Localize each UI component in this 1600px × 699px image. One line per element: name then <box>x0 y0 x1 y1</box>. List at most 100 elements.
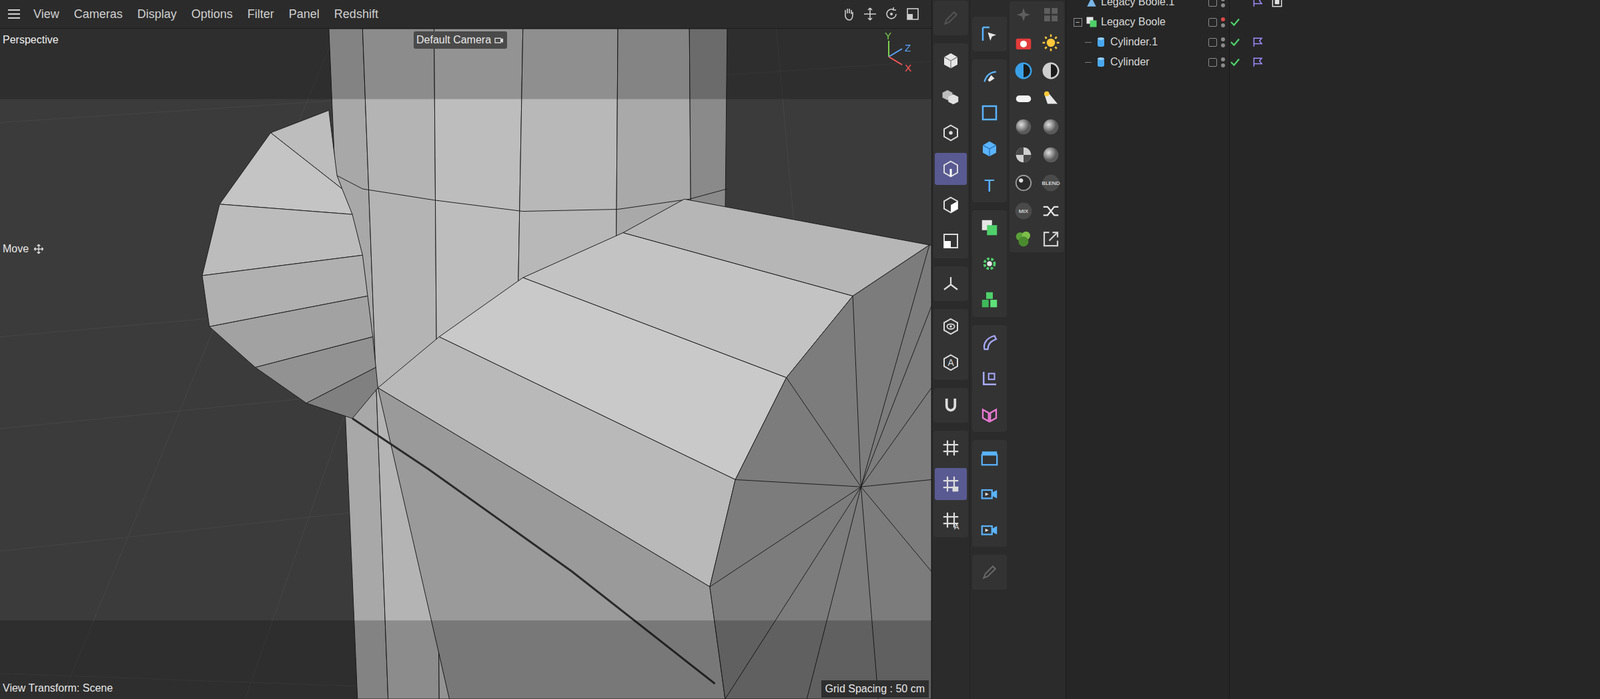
tool-button[interactable] <box>934 310 967 343</box>
tool-button[interactable] <box>934 2 967 35</box>
object-row[interactable]: Cylinder <box>1066 52 1600 73</box>
visibility-dots[interactable] <box>1221 17 1226 28</box>
tree-connector <box>1084 52 1095 73</box>
viewport-canvas[interactable]: PerspectiveDefault CameraYZXMoveView Tra… <box>0 28 932 699</box>
mode-toolbar: AA <box>932 0 971 699</box>
visibility-dots[interactable] <box>1221 37 1226 48</box>
palette-button[interactable]: MIX <box>1012 200 1035 222</box>
palette-button[interactable] <box>1040 200 1062 222</box>
tool-button[interactable] <box>934 80 967 113</box>
palette-button[interactable] <box>1012 228 1035 250</box>
tool-button[interactable] <box>973 60 1006 93</box>
palette-button[interactable]: BLEND <box>1040 172 1062 194</box>
expand-toggle[interactable]: − <box>1073 18 1083 27</box>
bend-icon <box>979 404 1000 425</box>
palette-button[interactable] <box>1040 88 1062 110</box>
tool-button[interactable] <box>973 513 1006 546</box>
tool-button[interactable] <box>973 398 1006 431</box>
palette-button[interactable] <box>1012 172 1035 194</box>
palette-button[interactable] <box>1012 116 1035 138</box>
palette-button[interactable] <box>1040 116 1062 138</box>
palette-button[interactable] <box>1012 60 1035 82</box>
palette-button[interactable] <box>1012 32 1035 54</box>
sphere-dark-icon <box>1013 172 1034 193</box>
object-row[interactable]: Legacy Boole.1 <box>1066 0 1600 13</box>
tool-button[interactable] <box>934 431 967 464</box>
hamburger-icon[interactable] <box>6 8 22 21</box>
palette-button[interactable] <box>1040 60 1062 82</box>
tool-button[interactable] <box>934 44 967 77</box>
camera-label[interactable]: Default Camera <box>413 31 508 49</box>
tool-button[interactable] <box>934 188 967 221</box>
boole-icon <box>1084 15 1099 29</box>
tool-button[interactable] <box>934 267 967 300</box>
tool-button[interactable]: A <box>934 503 967 536</box>
enabled-check-icon[interactable] <box>1229 16 1242 29</box>
viewport-scene[interactable] <box>0 28 932 699</box>
palette-button[interactable] <box>1012 144 1035 166</box>
rotate-icon[interactable] <box>883 6 900 23</box>
tool-button[interactable]: T <box>973 168 1006 201</box>
menu-item[interactable]: Display <box>137 5 177 24</box>
palette-button[interactable] <box>1040 32 1062 54</box>
object-name[interactable]: Legacy Boole.1 <box>1100 0 1175 11</box>
svg-text:MIX: MIX <box>1018 208 1029 215</box>
tag[interactable] <box>1251 35 1266 49</box>
phong-icon <box>1251 0 1266 9</box>
menu-item[interactable]: Filter <box>247 5 275 24</box>
palette-row: BLEND <box>1009 172 1065 194</box>
object-row[interactable]: − Legacy Boole <box>1066 12 1600 33</box>
object-name[interactable]: Legacy Boole <box>1100 14 1166 31</box>
tool-button[interactable] <box>973 441 1006 474</box>
tool-button[interactable] <box>973 18 1006 51</box>
menu-item[interactable]: Redshift <box>334 5 379 24</box>
tool-button[interactable] <box>973 555 1006 588</box>
svg-text:T: T <box>984 176 995 195</box>
tool-button[interactable] <box>973 132 1006 165</box>
maximize-icon[interactable] <box>904 6 921 23</box>
object-row[interactable]: Cylinder.1 <box>1066 32 1600 53</box>
tool-button[interactable] <box>973 477 1006 510</box>
menu-item[interactable]: Cameras <box>74 5 123 24</box>
tool-button[interactable] <box>973 362 1006 395</box>
tag[interactable] <box>1251 0 1266 9</box>
layer-box[interactable] <box>1208 18 1218 27</box>
visibility-dots[interactable] <box>1221 57 1226 68</box>
tool-button[interactable] <box>973 247 1006 280</box>
tool-button[interactable] <box>934 388 967 422</box>
menu-item[interactable]: Options <box>191 5 233 24</box>
palette-button[interactable] <box>1040 144 1062 166</box>
menu-item[interactable]: View <box>33 5 60 24</box>
tool-button[interactable] <box>973 283 1006 316</box>
layer-box[interactable] <box>1208 0 1218 7</box>
enabled-check-icon[interactable] <box>1229 36 1242 49</box>
tool-button[interactable] <box>934 224 967 257</box>
object-name[interactable]: Cylinder <box>1110 54 1150 71</box>
tool-button[interactable] <box>934 467 967 500</box>
palette-button[interactable] <box>1040 4 1062 26</box>
layer-box[interactable] <box>1208 58 1218 67</box>
layer-box[interactable] <box>1208 38 1218 47</box>
palette-button[interactable] <box>1012 88 1035 110</box>
visibility-dots[interactable] <box>1221 0 1226 8</box>
tool-button[interactable] <box>934 116 967 149</box>
pan-hand-icon[interactable] <box>840 6 857 23</box>
object-name[interactable]: Cylinder.1 <box>1110 34 1158 51</box>
palette-button[interactable] <box>1040 228 1062 250</box>
dim-grid-icon <box>1040 4 1061 25</box>
tool-button[interactable] <box>973 96 1006 129</box>
tag[interactable] <box>1251 55 1266 69</box>
tool-button[interactable]: A <box>934 346 967 379</box>
tool-button[interactable] <box>973 326 1006 359</box>
moss-icon <box>1013 228 1034 249</box>
tool-button[interactable] <box>934 152 967 185</box>
tags-area <box>1247 55 1600 69</box>
tool-button[interactable] <box>973 211 1006 244</box>
enabled-check-icon[interactable] <box>1229 56 1242 69</box>
move-arrows-icon[interactable] <box>862 6 879 23</box>
axis-label: Y <box>884 28 892 45</box>
tool-group: A <box>933 308 969 380</box>
palette-button[interactable] <box>1012 4 1035 26</box>
menu-item[interactable]: Panel <box>288 5 320 24</box>
tag[interactable] <box>1270 0 1284 9</box>
